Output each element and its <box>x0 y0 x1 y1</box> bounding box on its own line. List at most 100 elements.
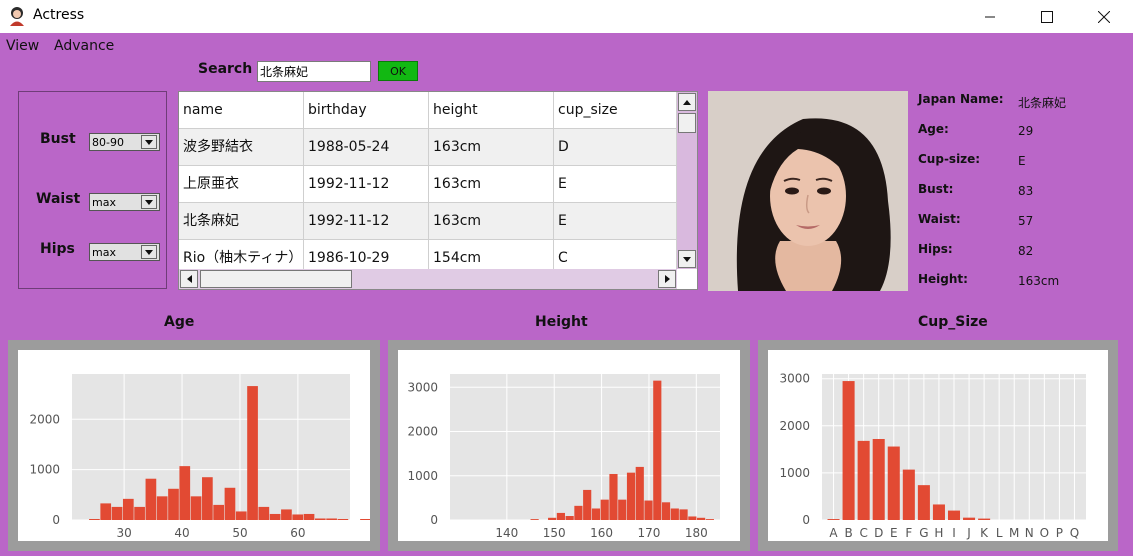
y-tick-label: 0 <box>430 513 438 527</box>
height-info-value: 163cm <box>1018 274 1060 288</box>
y-tick-label: 3000 <box>779 372 810 386</box>
x-tick-label: 50 <box>232 526 247 540</box>
chevron-down-icon <box>141 195 157 209</box>
cup-size-bar <box>932 504 945 520</box>
x-tick-label: 170 <box>637 526 660 540</box>
x-tick-label: L <box>996 526 1003 540</box>
cup-size-bar <box>842 381 855 520</box>
bust-select[interactable]: 80-90 <box>89 133 160 151</box>
menu-view[interactable]: View <box>6 38 39 54</box>
age-histogram: 30 40 50 60 0 1000 2000 <box>18 350 370 541</box>
table-row[interactable]: 上原亜衣 1992-11-12 163cm E <box>179 166 677 203</box>
hips-select[interactable]: max <box>89 243 160 261</box>
x-tick-label: N <box>1025 526 1034 540</box>
table-cell: 波多野結衣 <box>179 129 304 166</box>
histogram-bar <box>326 518 337 520</box>
table-cell: 1988-05-24 <box>304 129 429 166</box>
y-tick-label: 0 <box>52 513 60 527</box>
hips-info-value: 82 <box>1018 244 1034 258</box>
waist-select[interactable]: max <box>89 193 160 211</box>
histogram-bar <box>574 505 583 520</box>
histogram-bar <box>565 516 574 520</box>
histogram-bar <box>670 508 679 520</box>
histogram-bar <box>314 518 326 520</box>
histogram-bar <box>100 503 112 520</box>
table-row[interactable]: 北条麻妃 1992-11-12 163cm E <box>179 203 677 240</box>
actress-table: name birthday height cup_size 波多野結衣 1988… <box>178 91 698 290</box>
japan-name-label: Japan Name: <box>918 92 1004 106</box>
table-cell: 1992-11-12 <box>304 203 429 240</box>
x-tick-label: F <box>905 526 912 540</box>
column-header[interactable]: birthday <box>304 92 429 129</box>
horizontal-scroll-thumb[interactable] <box>200 270 352 288</box>
chevron-down-icon <box>141 135 157 149</box>
search-input[interactable] <box>257 61 371 82</box>
x-tick-label: P <box>1056 526 1063 540</box>
table-cell: E <box>554 166 677 203</box>
minimize-icon <box>985 16 995 17</box>
histogram-bar <box>179 466 191 520</box>
y-tick-label: 2000 <box>407 425 438 439</box>
histogram-bar <box>556 512 565 520</box>
x-tick-label: 150 <box>543 526 566 540</box>
table-row[interactable]: 波多野結衣 1988-05-24 163cm D <box>179 129 677 166</box>
hips-info-label: Hips: <box>918 242 953 256</box>
menu-advance[interactable]: Advance <box>54 38 114 54</box>
age-value: 29 <box>1018 124 1034 138</box>
vertical-scroll-thumb[interactable] <box>678 113 696 133</box>
cup-size-bar <box>902 469 915 520</box>
actress-avatar-icon <box>10 7 24 26</box>
x-tick-label: 140 <box>495 526 518 540</box>
table-cell: 上原亜衣 <box>179 166 304 203</box>
maximize-button[interactable] <box>1018 0 1076 33</box>
x-tick-label: K <box>980 526 989 540</box>
scroll-left-button[interactable] <box>180 270 198 288</box>
height-chart-title: Height <box>535 314 588 330</box>
x-tick-label: 180 <box>685 526 708 540</box>
histogram-bar <box>281 509 292 520</box>
histogram-bar <box>168 488 179 520</box>
histogram-bar <box>360 518 370 520</box>
x-tick-label: G <box>919 526 928 540</box>
japan-name-value: 北条麻妃 <box>1018 96 1067 110</box>
x-tick-label: D <box>874 526 883 540</box>
scroll-down-button[interactable] <box>678 250 696 268</box>
window-title: Actress <box>33 7 85 23</box>
histogram-bar <box>303 513 315 520</box>
vertical-scrollbar[interactable] <box>677 92 697 269</box>
cup-size-label: Cup-size: <box>918 152 981 166</box>
ok-button[interactable]: OK <box>378 61 418 81</box>
histogram-bar <box>548 517 557 520</box>
x-tick-label: C <box>859 526 867 540</box>
histogram-bar <box>190 496 202 520</box>
histogram-bar <box>134 506 145 520</box>
height-info-label: Height: <box>918 272 968 286</box>
x-tick-label: B <box>844 526 852 540</box>
table-cell: 163cm <box>429 129 554 166</box>
horizontal-scrollbar[interactable] <box>179 269 677 289</box>
scroll-right-button[interactable] <box>658 270 676 288</box>
cup-size-bar <box>963 517 976 520</box>
histogram-bar <box>661 502 671 520</box>
minimize-button[interactable] <box>961 0 1019 33</box>
table-cell: E <box>554 203 677 240</box>
x-tick-label: I <box>952 526 956 540</box>
histogram-bar <box>530 519 539 520</box>
x-tick-label: O <box>1040 526 1049 540</box>
scroll-up-button[interactable] <box>678 93 696 111</box>
hips-select-value: max <box>92 246 116 259</box>
x-tick-label: E <box>890 526 898 540</box>
y-tick-label: 1000 <box>779 466 810 480</box>
y-tick-label: 2000 <box>29 412 60 426</box>
column-header[interactable]: name <box>179 92 304 129</box>
cup-size-chart-frame: 0 1000 2000 3000 A B C D E F G H I J K L M N O P Q <box>758 340 1118 551</box>
bust-info-label: Bust: <box>918 182 954 196</box>
histogram-bar <box>269 513 281 520</box>
histogram-bar <box>688 516 697 520</box>
close-button[interactable] <box>1075 0 1133 33</box>
waist-info-value: 57 <box>1018 214 1034 228</box>
histogram-bar <box>609 473 618 520</box>
height-chart-frame: 140 150 160 170 180 0 1000 2000 3000 <box>388 340 750 551</box>
column-header[interactable]: height <box>429 92 554 129</box>
column-header[interactable]: cup_size <box>554 92 677 129</box>
